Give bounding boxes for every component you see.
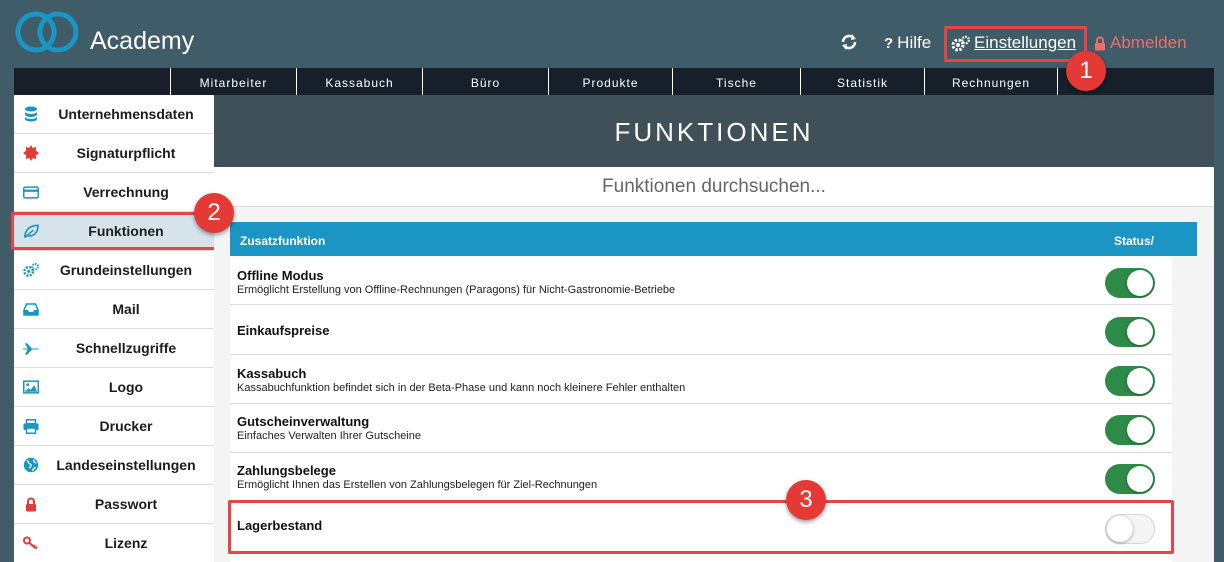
feature-name: Kassabuch [237, 366, 307, 381]
table-row: Einkaufspreise [230, 305, 1172, 355]
sidebar-item-label: Grundeinstellungen [59, 262, 193, 278]
highlight-settings [944, 26, 1087, 62]
highlight-funktionen [11, 212, 217, 250]
nav-statistik[interactable]: Statistik [800, 68, 924, 95]
table-gutter [1172, 256, 1197, 562]
key-icon [23, 535, 39, 551]
sidebar-item-drucker[interactable]: Drucker [14, 407, 214, 446]
step-badge-3: 3 [786, 480, 826, 520]
help-link[interactable]: ? Hilfe [884, 33, 931, 53]
feature-description: Kassabuchfunktion befindet sich in der B… [237, 382, 686, 394]
gears-icon [23, 262, 39, 278]
refresh-button[interactable] [840, 33, 858, 51]
feature-description: Ermöglicht Erstellung von Offline-Rechnu… [237, 284, 676, 296]
nav-kassabuch[interactable]: Kassabuch [296, 68, 422, 95]
sidebar-item-mail[interactable]: Mail [14, 290, 214, 329]
seal-icon [23, 145, 39, 161]
feature-description: Ermöglicht Ihnen das Erstellen von Zahlu… [237, 479, 598, 491]
sidebar-item-label: Passwort [94, 496, 158, 512]
sidebar-item-logo[interactable]: Logo [14, 368, 214, 407]
lock-icon [23, 496, 39, 512]
sidebar-item-passwort[interactable]: Passwort [14, 485, 214, 524]
sidebar-item-label: Schnellzugriffe [75, 340, 177, 356]
settings-sidebar: Unternehmensdaten Signaturpflicht Verrec… [14, 95, 214, 562]
feature-toggle-kassabuch[interactable] [1105, 366, 1155, 396]
question-icon: ? [884, 34, 894, 52]
feature-name: Gutscheinverwaltung [237, 414, 370, 429]
toggle-knob [1127, 466, 1153, 492]
sidebar-item-label: Mail [112, 301, 140, 317]
sidebar-item-label: Lizenz [104, 535, 148, 551]
feature-name: Zahlungsbelege [237, 463, 336, 478]
feature-toggle-einkaufspreise[interactable] [1105, 317, 1155, 347]
sidebar-item-label: Verrechnung [83, 184, 169, 200]
logout-label: Abmelden [1110, 33, 1187, 52]
top-navigation: Mitarbeiter Kassabuch Büro Produkte Tisc… [14, 68, 1214, 95]
table-row: Kassabuch Kassabuchfunktion befindet sic… [230, 355, 1172, 404]
step-badge-2: 2 [194, 193, 234, 233]
table-header: Zusatzfunktion Status/ [230, 222, 1197, 256]
credit-card-icon [23, 184, 39, 200]
toggle-knob [1127, 270, 1153, 296]
search-bar [214, 167, 1214, 207]
globe-icon [23, 457, 39, 473]
plane-icon [23, 340, 39, 356]
page-title: FUNKTIONEN [214, 95, 1214, 167]
image-icon [23, 379, 39, 395]
toggle-knob [1127, 319, 1153, 345]
brand-name: Academy [90, 27, 195, 55]
feature-toggle-zahlungsbelege[interactable] [1105, 464, 1155, 494]
feature-description: Einfaches Verwalten Ihrer Gutscheine [237, 430, 422, 442]
sidebar-item-label: Drucker [99, 418, 153, 434]
feature-toggle-gutscheinverwaltung[interactable] [1105, 415, 1155, 445]
app-header: Academy ? Hilfe Einstellungen Abmelden [0, 0, 1224, 68]
sidebar-item-label: Landeseinstellungen [56, 457, 196, 473]
feature-name: Offline Modus [237, 268, 324, 283]
toggle-knob [1127, 417, 1153, 443]
nav-mitarbeiter[interactable]: Mitarbeiter [170, 68, 296, 95]
main-content: FUNKTIONEN Zusatzfunktion Status/ Offlin… [214, 95, 1214, 562]
table-row: Offline Modus Ermöglicht Erstellung von … [230, 256, 1172, 305]
logout-link[interactable]: Abmelden [1094, 33, 1187, 53]
printer-icon [23, 418, 39, 434]
nav-tische[interactable]: Tische [672, 68, 800, 95]
sidebar-item-landeseinstellungen[interactable]: Landeseinstellungen [14, 446, 214, 485]
help-label: Hilfe [897, 33, 932, 52]
highlight-lagerbestand [228, 500, 1174, 554]
sidebar-item-unternehmensdaten[interactable]: Unternehmensdaten [14, 95, 214, 134]
sidebar-item-signaturpflicht[interactable]: Signaturpflicht [14, 134, 214, 173]
feature-toggle-offline-modus[interactable] [1105, 268, 1155, 298]
lock-icon [1095, 36, 1105, 50]
step-badge-1: 1 [1066, 51, 1106, 91]
sidebar-item-label: Signaturpflicht [76, 145, 176, 161]
nav-rechnungen[interactable]: Rechnungen [924, 68, 1058, 95]
feature-name: Einkaufspreise [237, 323, 330, 338]
database-icon [23, 106, 39, 122]
sidebar-item-schnellzugriffe[interactable]: Schnellzugriffe [14, 329, 214, 368]
sidebar-item-lizenz[interactable]: Lizenz [14, 524, 214, 562]
search-input[interactable] [214, 167, 1214, 206]
table-row: Zahlungsbelege Ermöglicht Ihnen das Erst… [230, 453, 1172, 502]
sidebar-item-verrechnung[interactable]: Verrechnung [14, 173, 214, 212]
academy-logo-icon[interactable] [14, 8, 80, 56]
inbox-icon [23, 301, 39, 317]
nav-produkte[interactable]: Produkte [548, 68, 672, 95]
table-row: Gutscheinverwaltung Einfaches Verwalten … [230, 404, 1172, 453]
sidebar-item-grundeinstellungen[interactable]: Grundeinstellungen [14, 251, 214, 290]
toggle-knob [1127, 368, 1153, 394]
sidebar-item-label: Unternehmensdaten [58, 106, 194, 122]
column-header-feature: Zusatzfunktion [240, 234, 326, 248]
nav-buero[interactable]: Büro [422, 68, 548, 95]
sidebar-item-label: Logo [108, 379, 144, 395]
refresh-icon [841, 34, 857, 50]
column-header-status: Status/ [1114, 234, 1155, 248]
